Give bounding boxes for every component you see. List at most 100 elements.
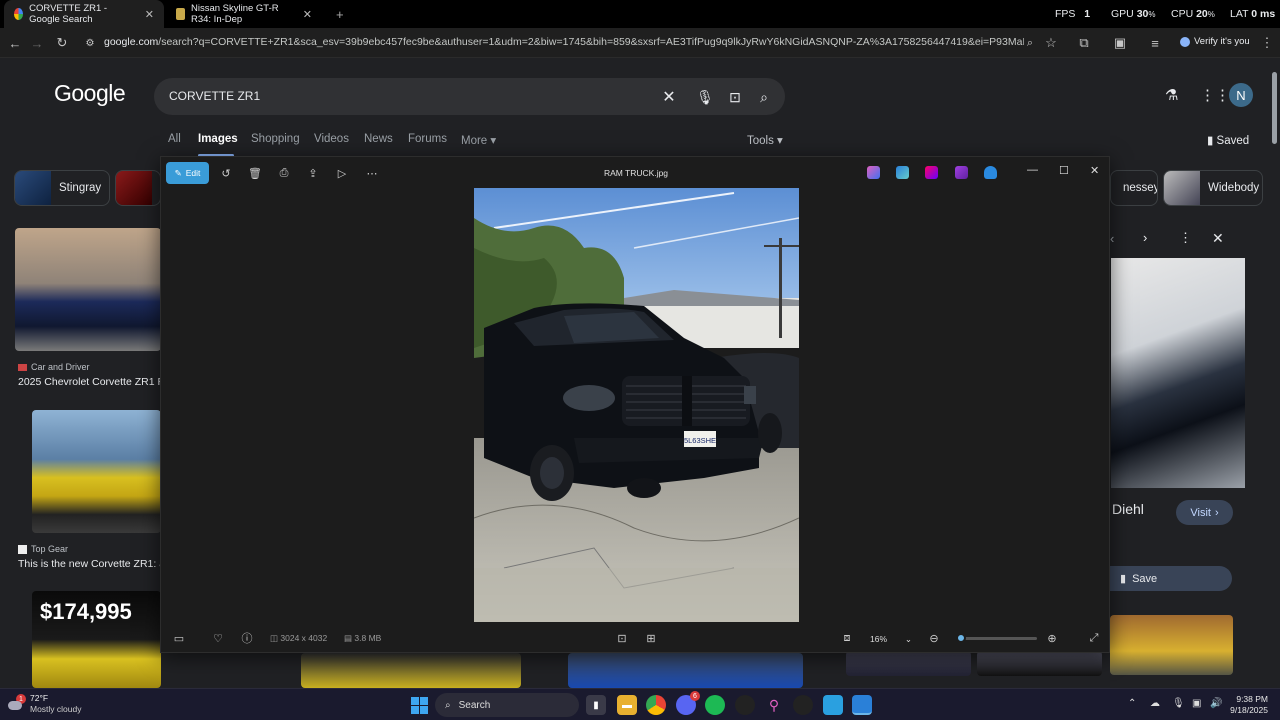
network-icon[interactable]: ▣ <box>1192 698 1201 709</box>
back-arrow-icon[interactable]: ← <box>6 34 24 52</box>
google-logo[interactable]: Google <box>54 80 126 107</box>
nav-tab-forums[interactable]: Forums <box>408 133 447 145</box>
maps-pin-icon[interactable]: ⚲ <box>764 695 784 715</box>
result-image-price[interactable]: $174,995 <box>32 591 161 688</box>
github-icon[interactable] <box>735 695 755 715</box>
clipchamp-icon[interactable] <box>955 166 968 179</box>
nav-tab-shopping[interactable]: Shopping <box>251 133 300 145</box>
extensions-icon[interactable]: ⧉ <box>1075 34 1093 52</box>
zoom-slider-thumb[interactable] <box>956 633 966 643</box>
reading-mode-icon[interactable]: ▣ <box>1111 34 1129 52</box>
result-source[interactable]: Top Gear <box>18 544 68 554</box>
reload-icon[interactable]: ↻ <box>53 34 71 52</box>
nav-tab-all[interactable]: All <box>168 133 181 145</box>
media-controls-icon[interactable]: ≡ <box>1146 34 1164 52</box>
browser-menu-icon[interactable]: ⋮ <box>1258 34 1276 52</box>
forward-arrow-icon[interactable]: → <box>28 34 46 52</box>
discord-icon[interactable]: 6 <box>676 691 700 715</box>
result-image-yellow[interactable] <box>301 653 521 688</box>
result-image-blue[interactable] <box>568 653 803 688</box>
visit-button[interactable]: Visit › <box>1176 500 1233 525</box>
lens-camera-icon[interactable]: ⊡ <box>725 87 745 107</box>
saved-link[interactable]: ▮ Saved <box>1207 133 1249 147</box>
file-info-icon[interactable]: ⓘ <box>239 630 255 646</box>
account-avatar[interactable]: N <box>1229 83 1253 107</box>
zoom-slider[interactable] <box>956 633 1037 643</box>
close-window-icon[interactable]: ✕ <box>1090 164 1099 177</box>
zoom-in-icon[interactable]: ⊕ <box>1044 630 1060 646</box>
labs-flask-icon[interactable]: ⚗ <box>1165 86 1178 104</box>
onedrive-icon[interactable] <box>984 166 997 179</box>
windows-start-icon[interactable] <box>409 695 429 715</box>
task-view-icon[interactable]: ▮ <box>586 695 606 715</box>
volume-icon[interactable]: 🔊 <box>1210 698 1222 709</box>
chip-red[interactable] <box>115 170 161 206</box>
bookmark-star-icon[interactable]: ☆ <box>1042 34 1060 52</box>
weather-widget[interactable]: 1 72°F Mostly cloudy <box>8 693 82 715</box>
save-button[interactable]: ▮ Save <box>1110 566 1232 591</box>
result-title[interactable]: 2025 Chevrolet Corvette ZR1 R <box>18 376 160 388</box>
nav-tab-images[interactable]: Images <box>198 133 238 145</box>
filmstrip-icon[interactable]: ▭ <box>171 630 187 646</box>
zoom-out-icon[interactable]: ⊖ <box>926 630 942 646</box>
search-box[interactable]: CORVETTE ZR1 ✕ 🎙 ⊡ ⌕ <box>154 78 785 115</box>
apps-grid-icon[interactable]: ⋮⋮ <box>1200 86 1230 104</box>
designer-icon[interactable] <box>925 166 938 179</box>
close-tab-icon[interactable]: ✕ <box>303 8 312 21</box>
address-bar[interactable]: google.com/search?q=CORVETTE+ZR1&sca_esv… <box>104 36 1024 48</box>
photos-app-icon[interactable] <box>896 166 909 179</box>
onedrive-tray-icon[interactable]: ☁ <box>1150 698 1160 709</box>
close-tab-icon[interactable]: ✕ <box>145 8 154 21</box>
tray-overflow-icon[interactable]: ⌃ <box>1128 698 1136 709</box>
photo-ram-truck[interactable]: 5L63SHE <box>474 188 799 622</box>
app-icon[interactable] <box>793 695 813 715</box>
next-arrow-icon[interactable]: › <box>1143 230 1147 245</box>
nav-tab-videos[interactable]: Videos <box>314 133 349 145</box>
file-explorer-icon[interactable]: ▬ <box>617 695 637 715</box>
favorite-heart-icon[interactable]: ♡ <box>210 630 226 646</box>
photos-taskbar-icon[interactable] <box>852 695 872 715</box>
zoom-icon[interactable]: ⌕ <box>1021 34 1039 52</box>
result-source[interactable]: Car and Driver <box>18 362 90 372</box>
taskbar-search[interactable]: ⌕ Search <box>435 693 579 717</box>
app-icon[interactable] <box>823 695 843 715</box>
microphone-icon[interactable]: 🎙 <box>695 87 715 107</box>
search-icon[interactable]: ⌕ <box>754 87 774 107</box>
close-preview-icon[interactable]: ✕ <box>1212 230 1224 247</box>
taskbar-clock[interactable]: 9:38 PM 9/18/2025 <box>1230 694 1268 716</box>
search-input[interactable]: CORVETTE ZR1 <box>169 89 260 103</box>
page-scrollbar[interactable] <box>1270 58 1280 688</box>
result-image-yellow-corvette[interactable] <box>32 410 161 533</box>
related-image[interactable] <box>846 651 971 676</box>
result-title[interactable]: This is the new Corvette ZR1: a <box>18 558 160 570</box>
minimize-icon[interactable]: — <box>1027 164 1038 176</box>
nav-tab-more[interactable]: More ▾ <box>461 133 496 147</box>
fullscreen-icon[interactable]: ⤢ <box>1086 630 1102 646</box>
chrome-icon[interactable] <box>646 695 666 715</box>
microphone-tray-icon[interactable]: 🎙 <box>1172 698 1185 709</box>
result-image-blue-corvette[interactable] <box>15 228 161 351</box>
preview-source-name[interactable]: Diehl <box>1112 501 1144 517</box>
visual-search-icon[interactable]: ⊡ <box>614 630 630 646</box>
scrollbar-thumb[interactable] <box>1272 72 1277 144</box>
clear-search-icon[interactable]: ✕ <box>659 87 679 107</box>
tools-menu[interactable]: Tools ▾ <box>747 133 783 147</box>
more-options-icon[interactable]: ⋮ <box>1179 230 1192 246</box>
zoom-level-select[interactable]: 16% ⌄ <box>863 630 919 648</box>
text-scan-icon[interactable]: ⊞ <box>643 630 659 646</box>
site-info-icon[interactable]: ⚙ <box>81 34 99 52</box>
copilot-icon[interactable] <box>867 166 880 179</box>
preview-image[interactable] <box>1111 258 1245 488</box>
related-image[interactable] <box>977 651 1102 676</box>
tab-google-search[interactable]: CORVETTE ZR1 - Google Search ✕ <box>4 0 164 28</box>
spotify-icon[interactable] <box>705 695 725 715</box>
tab-nissan-skyline[interactable]: Nissan Skyline GT-R R34: In-Dep ✕ <box>166 0 322 28</box>
new-tab-icon[interactable]: + <box>326 0 354 28</box>
chip-stingray[interactable]: Stingray <box>14 170 110 206</box>
chip-widebody[interactable]: Widebody <box>1163 170 1263 206</box>
fit-to-window-icon[interactable]: ⧈ <box>839 630 855 646</box>
chip-hennessey[interactable]: nessey <box>1110 170 1158 206</box>
nav-tab-news[interactable]: News <box>364 133 393 145</box>
maximize-icon[interactable]: ☐ <box>1059 164 1069 177</box>
previous-arrow-icon[interactable]: ‹ <box>1110 231 1114 246</box>
